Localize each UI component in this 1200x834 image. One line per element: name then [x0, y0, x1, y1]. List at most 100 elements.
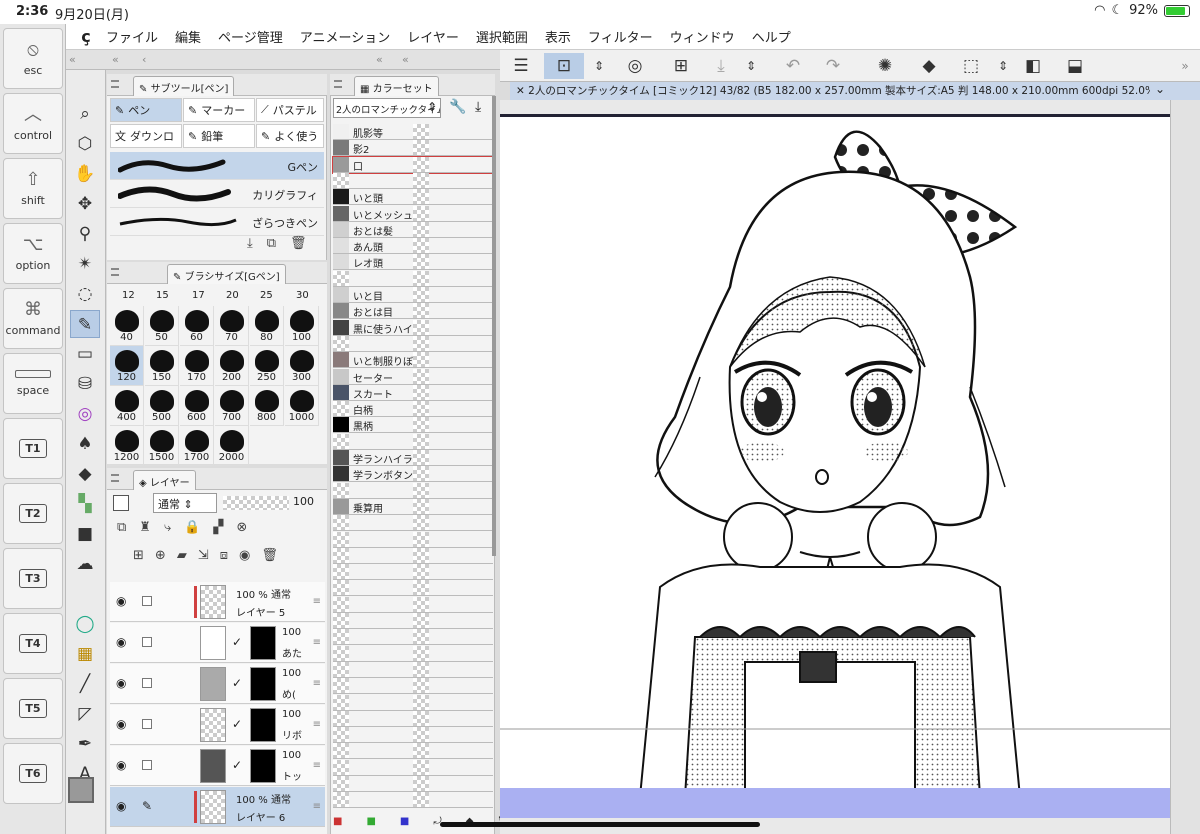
mask-create-icon[interactable]: ◉ — [239, 548, 250, 563]
color-entry[interactable]: いと目 — [333, 287, 493, 303]
redo-icon[interactable]: ↷ — [818, 53, 848, 79]
updown-icon[interactable]: ⇕ — [736, 53, 766, 79]
import-icon[interactable]: ⤓ — [247, 236, 253, 251]
empty-color-slot[interactable] — [333, 645, 493, 662]
blend-mode-select[interactable]: 通常 ⇕ — [153, 493, 217, 513]
lock-alpha-icon[interactable]: ▞ — [213, 520, 223, 535]
subtool-tab-pastel[interactable]: ⟋ パステル — [256, 98, 324, 122]
trash-icon[interactable]: 🗑 — [290, 236, 307, 251]
brush-size-cell[interactable]: 2000 — [215, 426, 249, 466]
color-entry[interactable]: 学ランハイライ — [333, 450, 493, 466]
opacity-value[interactable]: 100 — [293, 495, 314, 508]
document-tab[interactable]: ✕ 2人のロマンチックタイム [コミック12] 43/82 (B5 182.00… — [510, 82, 1200, 100]
updown-icon[interactable]: ⇕ — [988, 53, 1018, 79]
manga-page[interactable] — [500, 114, 1170, 816]
updown-icon[interactable]: ⇕ — [427, 100, 437, 114]
loading-icon[interactable]: ✺ — [870, 53, 900, 79]
brush-size-cell[interactable]: 300 — [285, 346, 319, 386]
empty-color-slot[interactable] — [333, 792, 493, 809]
drag-handle-icon[interactable]: ≡ — [313, 596, 321, 607]
grip-icon[interactable] — [111, 268, 119, 276]
drops-icon[interactable]: ☁ — [70, 550, 100, 578]
gradient-icon[interactable]: ■ — [70, 520, 100, 548]
blue-square-icon[interactable]: ■ — [400, 816, 409, 827]
chevron-down-icon[interactable]: ⌄ — [1150, 82, 1170, 100]
layer-checkbox[interactable] — [142, 760, 152, 770]
menu-selection[interactable]: 選択範囲 — [476, 27, 528, 46]
clip-icon[interactable]: ⧉ — [117, 520, 126, 535]
color-entry[interactable]: セーター — [333, 368, 493, 385]
color-entry[interactable]: スカート — [333, 384, 493, 401]
empty-color-slot[interactable] — [333, 547, 493, 564]
new-file-icon[interactable]: ⊞ — [666, 53, 696, 79]
option-key[interactable]: ⌥ option — [3, 223, 63, 284]
empty-color-slot[interactable] — [333, 613, 493, 629]
color-entry[interactable]: 口 — [332, 155, 494, 174]
empty-color-slot[interactable] — [333, 580, 493, 597]
subtool-tab-favorites[interactable]: ✎ よく使う — [256, 124, 324, 148]
transform-icon[interactable]: ⬚ — [956, 53, 986, 79]
color-entry[interactable]: いと頭 — [333, 189, 493, 206]
draft-icon[interactable]: ⤷ — [164, 520, 171, 535]
menu-layer[interactable]: レイヤー — [407, 27, 459, 46]
color-entry[interactable] — [333, 482, 493, 499]
brush-size-cell[interactable]: 70 — [215, 306, 249, 346]
chevron-left-icon[interactable]: ‹ — [142, 53, 146, 66]
reference-icon[interactable]: ♜ — [139, 520, 151, 535]
brush-calligraphy[interactable]: カリグラフィ — [110, 180, 324, 208]
command-key[interactable]: ⌘ command — [3, 288, 63, 349]
color-entry[interactable]: いと制服りぼん — [333, 352, 493, 369]
color-entry[interactable]: レオ頭 — [333, 254, 493, 271]
fill-icon[interactable]: ◆ — [914, 53, 944, 79]
airbrush-icon[interactable]: ⛁ — [70, 370, 100, 398]
decoration-icon[interactable]: ◎ — [70, 400, 100, 428]
t5-key[interactable]: T5 — [3, 678, 63, 739]
t4-key[interactable]: T4 — [3, 613, 63, 674]
main-color-swatch[interactable] — [68, 777, 94, 803]
layer-row[interactable]: ◉ 100 トッ ✓ ≡ — [110, 746, 325, 786]
brush-size-cell[interactable]: 500 — [145, 386, 179, 426]
layer-row[interactable]: ◉ 100 % 通常 レイヤー 5 ≡ — [110, 582, 325, 622]
brush-size-cell[interactable]: 700 — [215, 386, 249, 426]
expression-color-box[interactable] — [113, 495, 129, 511]
trash-icon[interactable]: 🗑 — [261, 548, 278, 563]
color-entry[interactable] — [333, 270, 493, 287]
check-icon[interactable]: ✓ — [232, 676, 242, 690]
fill-bucket-icon[interactable]: ◆ — [70, 460, 100, 488]
brush-size-cell[interactable]: 150 — [145, 346, 179, 386]
drag-handle-icon[interactable]: ≡ — [313, 637, 321, 648]
brush-size-cell[interactable]: 170 — [180, 346, 214, 386]
blend-icon[interactable]: ♠ — [70, 430, 100, 458]
opacity-slider[interactable] — [223, 496, 289, 510]
drag-handle-icon[interactable]: ≡ — [313, 719, 321, 730]
transfer-down-icon[interactable]: ⇲ — [198, 548, 209, 563]
menu-filter[interactable]: フィルター — [588, 27, 653, 46]
color-set-scrollbar[interactable] — [492, 96, 496, 556]
updown-icon[interactable]: ⇕ — [584, 53, 614, 79]
brush-size-cell[interactable]: 120 — [110, 346, 144, 386]
empty-color-slot[interactable] — [333, 531, 493, 548]
brush-rough-pen[interactable]: ざらつきペン — [110, 208, 324, 236]
layer-checkbox[interactable] — [142, 596, 152, 606]
color-entry[interactable] — [333, 172, 493, 189]
eye-icon[interactable]: ◉ — [116, 799, 126, 813]
quick-access-icon[interactable]: ⊡ — [544, 53, 584, 79]
drag-handle-icon[interactable]: ≡ — [313, 760, 321, 771]
brush-size-cell[interactable]: 250 — [250, 346, 284, 386]
esc-key[interactable]: ⦸ esc — [3, 28, 63, 89]
clip-studio-icon[interactable]: ◎ — [620, 53, 650, 79]
zoom-icon[interactable]: ⌕ — [70, 100, 100, 128]
check-icon[interactable]: ✓ — [232, 758, 242, 772]
undo-icon[interactable]: ↶ — [778, 53, 808, 79]
menu-window[interactable]: ウィンドウ — [670, 27, 735, 46]
gradient-color-icon[interactable]: ▚ — [70, 490, 100, 518]
empty-color-slot[interactable] — [333, 759, 493, 776]
close-icon[interactable]: ✕ — [516, 85, 525, 97]
layer-row[interactable]: ◉ 100 % 通常 レイヤー 6 ✎ ≡ — [110, 787, 325, 827]
brush-size-cell[interactable]: 1700 — [180, 426, 214, 466]
grip-icon[interactable] — [111, 80, 119, 88]
3d-object-icon[interactable]: ⬡ — [70, 130, 100, 158]
empty-color-slot[interactable] — [333, 694, 493, 711]
color-entry[interactable] — [333, 433, 493, 450]
move-icon[interactable]: ✥ — [70, 190, 100, 218]
